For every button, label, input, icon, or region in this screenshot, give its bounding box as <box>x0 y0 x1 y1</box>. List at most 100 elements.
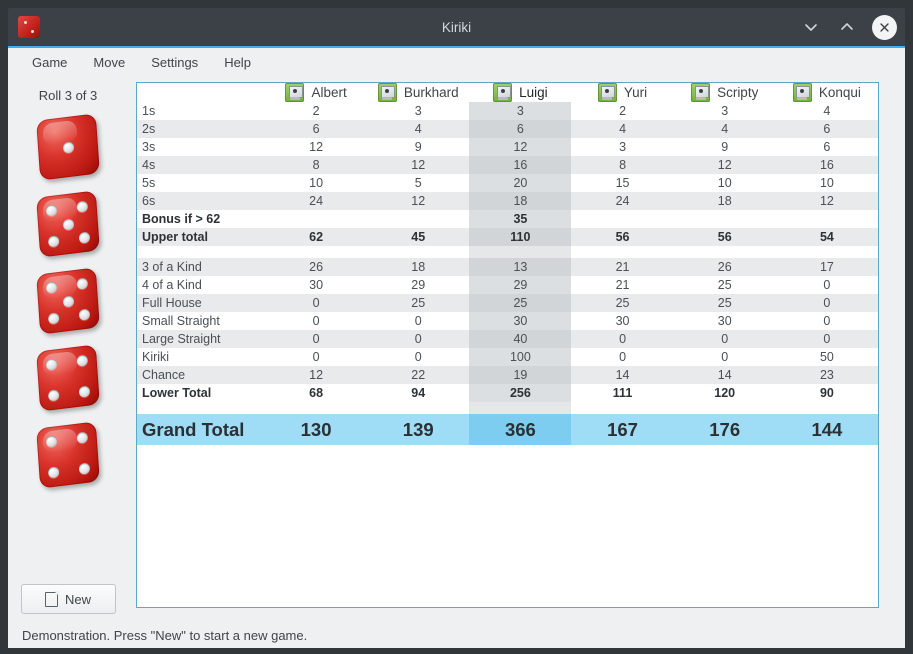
score-cell[interactable]: 9 <box>367 138 470 156</box>
die-3[interactable] <box>32 265 104 337</box>
score-cell[interactable]: 0 <box>265 348 368 366</box>
score-cell[interactable]: 0 <box>265 312 368 330</box>
score-cell[interactable] <box>367 402 470 414</box>
score-cell[interactable]: 25 <box>673 294 776 312</box>
player-column-header-yuri[interactable]: Yuri <box>571 83 674 102</box>
score-cell[interactable]: 9 <box>673 138 776 156</box>
score-cell[interactable] <box>775 210 878 228</box>
score-cell[interactable]: 56 <box>673 228 776 246</box>
score-cell[interactable]: 0 <box>367 330 470 348</box>
score-cell[interactable] <box>469 246 572 258</box>
score-cell[interactable]: 256 <box>469 384 572 402</box>
score-cell[interactable]: 0 <box>673 330 776 348</box>
die-5[interactable] <box>32 419 104 491</box>
score-cell[interactable]: 0 <box>775 294 878 312</box>
score-cell[interactable]: 4 <box>571 120 674 138</box>
score-cell[interactable]: 25 <box>367 294 470 312</box>
score-cell[interactable]: 4 <box>367 120 470 138</box>
score-cell[interactable]: 54 <box>775 228 878 246</box>
score-cell[interactable]: 3 <box>469 102 572 120</box>
player-column-header-luigi[interactable]: Luigi <box>469 83 572 102</box>
score-cell[interactable]: 0 <box>775 276 878 294</box>
score-cell[interactable]: 12 <box>265 366 368 384</box>
menu-item-settings[interactable]: Settings <box>141 52 208 73</box>
score-cell[interactable]: 56 <box>571 228 674 246</box>
score-cell[interactable]: 18 <box>367 258 470 276</box>
score-cell[interactable]: 10 <box>265 174 368 192</box>
score-cell[interactable]: 30 <box>571 312 674 330</box>
score-cell[interactable] <box>673 246 776 258</box>
score-cell[interactable] <box>775 402 878 414</box>
score-cell[interactable]: 21 <box>571 276 674 294</box>
maximize-button[interactable] <box>836 16 858 38</box>
score-cell[interactable]: 16 <box>775 156 878 174</box>
score-cell[interactable]: 10 <box>775 174 878 192</box>
score-cell[interactable]: 176 <box>673 414 776 445</box>
score-cell[interactable]: 40 <box>469 330 572 348</box>
score-cell[interactable]: 25 <box>571 294 674 312</box>
score-cell[interactable]: 144 <box>775 414 878 445</box>
score-cell[interactable]: 5 <box>367 174 470 192</box>
score-cell[interactable] <box>367 246 470 258</box>
score-cell[interactable]: 19 <box>469 366 572 384</box>
score-cell[interactable]: 12 <box>673 156 776 174</box>
score-cell[interactable]: 12 <box>775 192 878 210</box>
score-cell[interactable]: 12 <box>469 138 572 156</box>
score-cell[interactable]: 100 <box>469 348 572 366</box>
score-cell[interactable]: 35 <box>469 210 572 228</box>
score-cell[interactable]: 0 <box>673 348 776 366</box>
score-cell[interactable]: 16 <box>469 156 572 174</box>
die-1[interactable] <box>32 111 104 183</box>
score-cell[interactable]: 29 <box>367 276 470 294</box>
menu-item-help[interactable]: Help <box>214 52 261 73</box>
score-cell[interactable]: 25 <box>673 276 776 294</box>
score-cell[interactable]: 130 <box>265 414 368 445</box>
score-cell[interactable]: 0 <box>775 330 878 348</box>
score-cell[interactable]: 2 <box>265 102 368 120</box>
score-cell[interactable] <box>265 210 368 228</box>
score-cell[interactable]: 10 <box>673 174 776 192</box>
score-cell[interactable]: 14 <box>571 366 674 384</box>
score-cell[interactable] <box>571 402 674 414</box>
score-cell[interactable]: 0 <box>775 312 878 330</box>
score-cell[interactable]: 139 <box>367 414 470 445</box>
score-cell[interactable] <box>673 210 776 228</box>
score-cell[interactable]: 4 <box>673 120 776 138</box>
score-cell[interactable]: 0 <box>265 330 368 348</box>
score-cell[interactable]: 110 <box>469 228 572 246</box>
score-cell[interactable]: 3 <box>571 138 674 156</box>
score-cell[interactable]: 30 <box>469 312 572 330</box>
score-cell[interactable]: 4 <box>775 102 878 120</box>
score-cell[interactable] <box>775 246 878 258</box>
score-cell[interactable]: 111 <box>571 384 674 402</box>
score-cell[interactable]: 167 <box>571 414 674 445</box>
close-button[interactable] <box>872 14 897 40</box>
score-cell[interactable] <box>571 246 674 258</box>
score-cell[interactable]: 0 <box>367 348 470 366</box>
score-cell[interactable]: 26 <box>673 258 776 276</box>
score-cell[interactable] <box>265 246 368 258</box>
score-cell[interactable]: 366 <box>469 414 572 445</box>
score-cell[interactable]: 8 <box>571 156 674 174</box>
player-column-header-scripty[interactable]: Scripty <box>673 83 776 102</box>
score-cell[interactable]: 21 <box>571 258 674 276</box>
score-cell[interactable]: 30 <box>265 276 368 294</box>
player-column-header-konqui[interactable]: Konqui <box>775 83 878 102</box>
die-2[interactable] <box>32 188 104 260</box>
score-cell[interactable]: 25 <box>469 294 572 312</box>
score-cell[interactable]: 0 <box>571 348 674 366</box>
score-cell[interactable] <box>571 210 674 228</box>
player-column-header-albert[interactable]: Albert <box>265 83 368 102</box>
score-cell[interactable]: 90 <box>775 384 878 402</box>
score-cell[interactable] <box>673 402 776 414</box>
score-cell[interactable]: 8 <box>265 156 368 174</box>
score-cell[interactable]: 94 <box>367 384 470 402</box>
score-cell[interactable]: 3 <box>673 102 776 120</box>
score-cell[interactable]: 0 <box>265 294 368 312</box>
score-cell[interactable]: 0 <box>571 330 674 348</box>
score-cell[interactable]: 62 <box>265 228 368 246</box>
score-cell[interactable]: 29 <box>469 276 572 294</box>
score-cell[interactable]: 6 <box>775 138 878 156</box>
score-cell[interactable]: 68 <box>265 384 368 402</box>
score-cell[interactable]: 24 <box>265 192 368 210</box>
